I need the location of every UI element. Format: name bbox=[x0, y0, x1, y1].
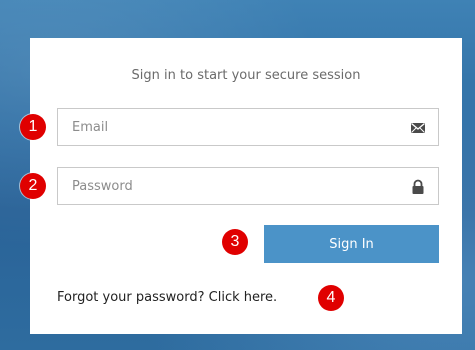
step-marker-3: 3 bbox=[222, 229, 248, 255]
lock-icon bbox=[412, 179, 424, 194]
envelope-icon bbox=[411, 123, 425, 133]
forgot-password-text: Forgot your password? bbox=[57, 290, 205, 305]
login-card: Sign in to start your secure session Sig… bbox=[30, 38, 462, 334]
password-field[interactable] bbox=[57, 167, 439, 205]
email-field[interactable] bbox=[57, 108, 439, 146]
sign-in-button[interactable]: Sign In bbox=[264, 225, 439, 263]
forgot-password-link[interactable]: Click here. bbox=[209, 290, 278, 305]
email-input[interactable] bbox=[58, 109, 438, 145]
password-input[interactable] bbox=[58, 168, 438, 204]
step-marker-2: 2 bbox=[20, 173, 46, 199]
step-marker-1: 1 bbox=[20, 114, 46, 140]
forgot-password-line: Forgot your password? Click here. bbox=[57, 290, 277, 305]
login-subtitle: Sign in to start your secure session bbox=[131, 68, 361, 83]
step-marker-4: 4 bbox=[318, 285, 344, 311]
